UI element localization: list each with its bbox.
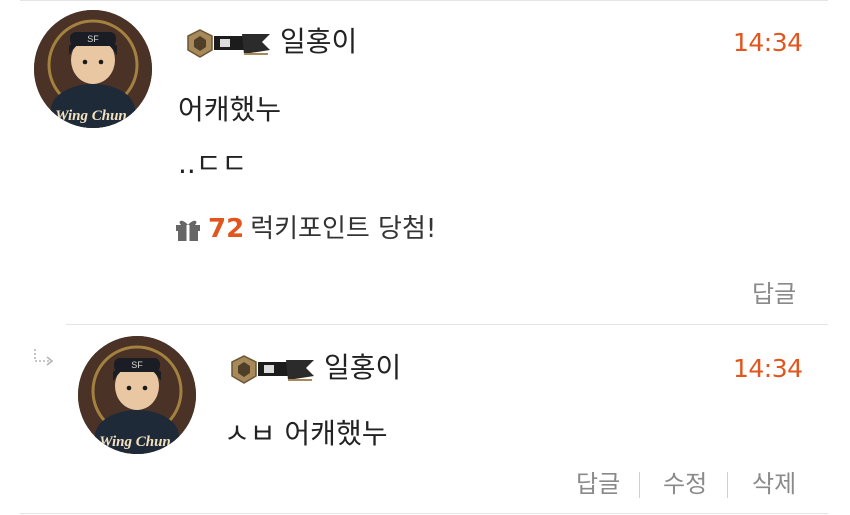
avatar-image: SF Wing Chun <box>78 336 196 454</box>
lucky-points: 72 <box>208 214 245 244</box>
top-divider <box>20 0 828 1</box>
reply-button[interactable]: 답글 <box>576 472 620 496</box>
rank-badge-icon <box>231 355 314 384</box>
comment-line: ㅅㅂ 어캐했누 <box>224 417 388 450</box>
edit-button[interactable]: 수정 <box>663 472 707 496</box>
comment-time: 14:34 <box>733 354 803 383</box>
rank-badge-icon <box>187 29 270 58</box>
avatar[interactable]: SF Wing Chun <box>78 336 196 454</box>
lucky-text: 럭키포인트 당첨! <box>250 214 437 244</box>
reply-arrow-icon <box>34 349 54 366</box>
comment-divider <box>66 324 828 325</box>
lucky-point-notice: 72 럭키포인트 당첨! <box>174 216 436 242</box>
avatar-image: SF Wing Chun <box>34 10 152 128</box>
avatar-caption: Wing Chun <box>99 434 171 450</box>
comment-author[interactable]: 일홍이 <box>280 28 357 56</box>
bottom-divider <box>20 513 828 514</box>
action-separator <box>639 472 640 498</box>
comment-line: 어캐했누 <box>178 93 282 126</box>
comment-time: 14:34 <box>733 28 803 57</box>
avatar-cap-text: SF <box>131 360 143 370</box>
delete-button[interactable]: 삭제 <box>752 472 796 496</box>
avatar-caption: Wing Chun <box>55 108 127 124</box>
gift-icon <box>176 220 200 241</box>
avatar-cap-text: SF <box>87 34 99 44</box>
avatar[interactable]: SF Wing Chun <box>34 10 152 128</box>
reply-button[interactable]: 답글 <box>752 282 796 306</box>
comment-author[interactable]: 일홍이 <box>324 354 401 382</box>
comment-line: ..ㄷㄷ <box>178 147 248 180</box>
action-separator <box>727 472 728 498</box>
